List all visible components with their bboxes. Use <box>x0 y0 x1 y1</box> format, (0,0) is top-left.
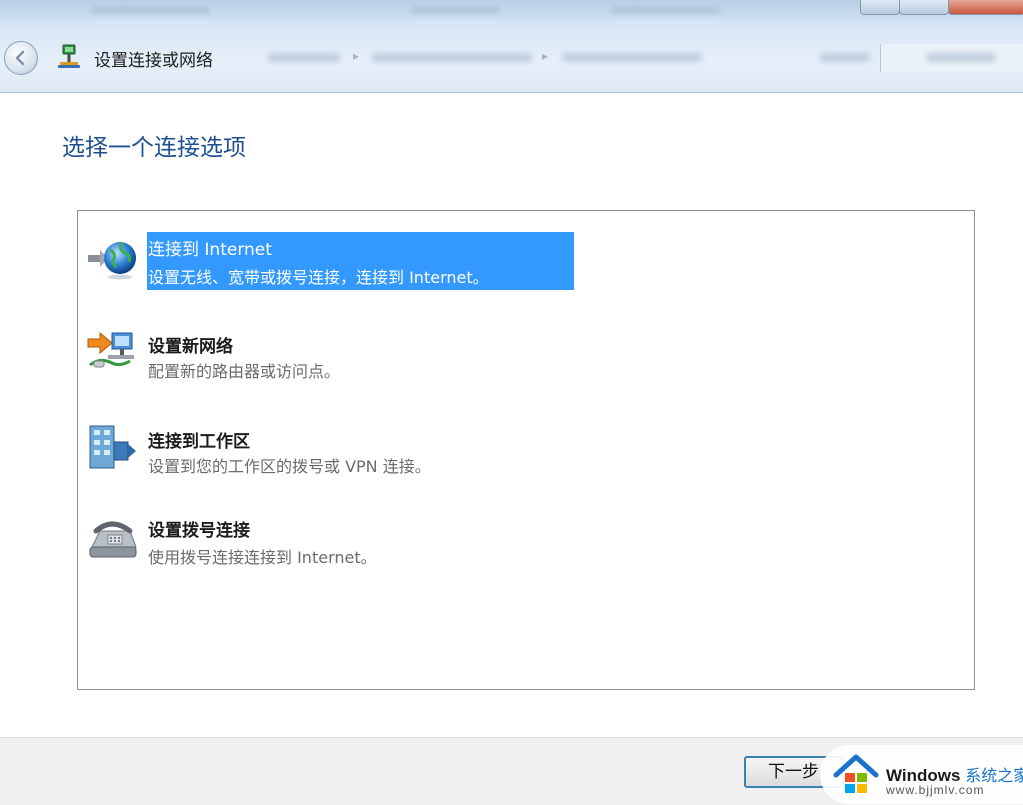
workplace-vpn-icon <box>89 425 136 469</box>
connection-option-list[interactable]: 连接到 Internet 设置无线、宽带或拨号连接，连接到 Internet。 … <box>77 210 975 690</box>
globe-network-icon <box>88 242 136 280</box>
back-arrow-icon <box>15 50 25 66</box>
maximize-button[interactable] <box>899 0 949 15</box>
network-setup-icon <box>58 44 80 68</box>
watermark-url: www.bjjmlv.com <box>886 783 985 797</box>
blurred-frame-area <box>610 6 720 14</box>
back-button[interactable] <box>4 41 38 75</box>
option-new-network[interactable]: 设置新网络 配置新的路由器或访问点。 <box>78 319 974 381</box>
blurred-frame-area <box>90 6 210 14</box>
close-window-button[interactable] <box>948 0 1023 15</box>
house-windows-logo-icon <box>833 754 879 793</box>
option-connect-internet[interactable]: 连接到 Internet 设置无线、宽带或拨号连接，连接到 Internet。 <box>78 211 974 301</box>
option-description: 设置到您的工作区的拨号或 VPN 连接。 <box>148 457 431 476</box>
option-title: 设置新网络 <box>148 337 233 357</box>
window-title: 设置连接或网络 <box>94 51 213 71</box>
watermark: Windows 系统之家 www.bjjmlv.com <box>820 745 1023 804</box>
blurred-frame-area <box>410 6 500 14</box>
option-title: 设置拨号连接 <box>148 521 250 541</box>
blurred-breadcrumb <box>268 53 340 62</box>
breadcrumb-separator-icon: ▸ <box>353 49 360 63</box>
blurred-breadcrumb <box>372 53 532 62</box>
option-workplace[interactable]: 连接到工作区 设置到您的工作区的拨号或 VPN 连接。 <box>78 414 974 476</box>
option-description: 使用拨号连接连接到 Internet。 <box>148 548 377 567</box>
option-description: 设置无线、宽带或拨号连接，连接到 Internet。 <box>148 268 489 287</box>
page-heading: 选择一个连接选项 <box>62 135 246 161</box>
breadcrumb-separator-icon: ▸ <box>542 49 549 63</box>
blurred-address-controls <box>820 53 870 62</box>
option-description: 配置新的路由器或访问点。 <box>148 362 341 381</box>
option-dialup[interactable]: 设置拨号连接 使用拨号连接连接到 Internet。 <box>78 507 974 567</box>
blurred-breadcrumb <box>562 53 702 62</box>
dialup-phone-icon <box>89 521 137 558</box>
minimize-button[interactable] <box>860 0 900 15</box>
search-box[interactable] <box>880 44 1023 72</box>
option-title: 连接到 Internet <box>148 240 272 260</box>
title-bar: 设置连接或网络 ▸ ▸ <box>0 0 1023 93</box>
option-title: 连接到工作区 <box>148 432 250 452</box>
new-network-router-icon <box>87 331 134 368</box>
